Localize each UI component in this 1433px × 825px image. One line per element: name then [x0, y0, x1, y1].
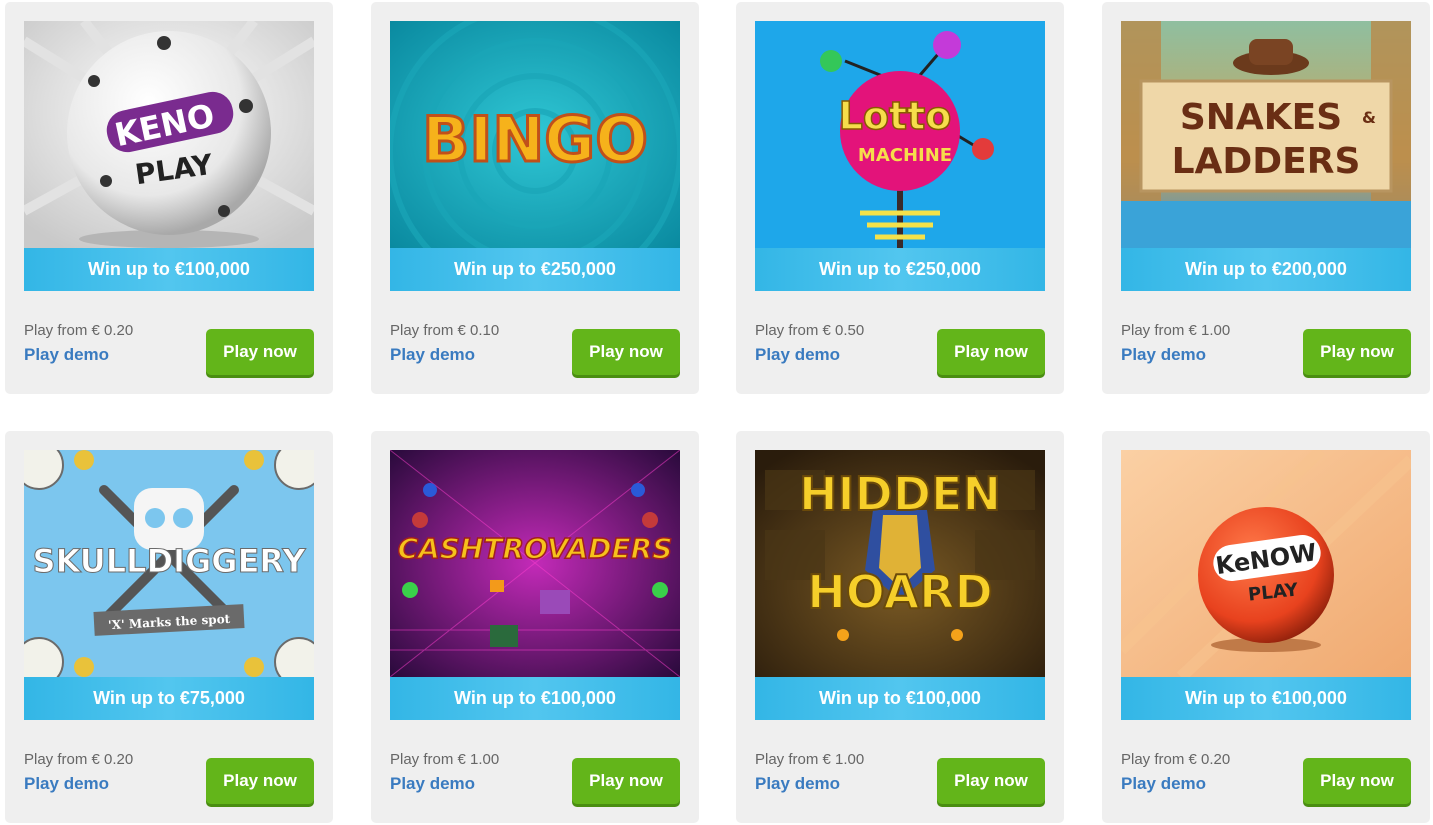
lotto-machine-art[interactable]: Lotto MACHINE	[755, 21, 1045, 248]
min-stake: Play from € 0.50	[755, 322, 865, 339]
skull-icon: SKULLDIGGERY 'X' Marks the spot	[24, 450, 314, 677]
win-banner: Win up to €100,000	[1121, 677, 1411, 720]
game-card-bingo: BINGO Win up to €250,000 Play from € 0.1…	[371, 2, 699, 394]
play-demo-link[interactable]: Play demo	[755, 345, 840, 365]
bingo-art[interactable]: BINGO	[390, 21, 680, 248]
svg-text:BINGO: BINGO	[422, 103, 648, 176]
game-card-lotto-machine: Lotto MACHINE Win up to €250,000 Play fr…	[736, 2, 1064, 394]
play-now-button[interactable]: Play now	[1303, 758, 1411, 804]
win-banner: Win up to €100,000	[24, 248, 314, 291]
play-now-button[interactable]: Play now	[206, 758, 314, 804]
min-stake: Play from € 0.20	[24, 322, 134, 339]
svg-text:&: &	[1362, 108, 1376, 127]
min-stake: Play from € 0.20	[1121, 751, 1231, 768]
win-banner: Win up to €250,000	[755, 248, 1045, 291]
win-banner: Win up to €75,000	[24, 677, 314, 720]
play-now-button[interactable]: Play now	[572, 329, 680, 375]
bingo-marquee-icon: BINGO	[390, 21, 680, 248]
win-banner: Win up to €100,000	[390, 677, 680, 720]
game-card-kenow-play: KeNOW PLAY Win up to €100,000 Play from …	[1102, 431, 1430, 823]
min-stake: Play from € 0.10	[390, 322, 500, 339]
skulldiggery-art[interactable]: SKULLDIGGERY 'X' Marks the spot	[24, 450, 314, 677]
play-now-button[interactable]: Play now	[937, 329, 1045, 375]
snakes-ladders-art[interactable]: SNAKES & LADDERS	[1121, 21, 1411, 248]
play-demo-link[interactable]: Play demo	[755, 774, 840, 794]
game-card-hidden-hoard: HIDDEN HOARD Win up to €100,000 Play fro…	[736, 431, 1064, 823]
play-demo-link[interactable]: Play demo	[390, 345, 475, 365]
svg-text:CASHTROVADERS: CASHTROVADERS	[398, 532, 673, 565]
play-demo-link[interactable]: Play demo	[1121, 774, 1206, 794]
hidden-hoard-art[interactable]: HIDDEN HOARD	[755, 450, 1045, 677]
min-stake: Play from € 1.00	[390, 751, 500, 768]
play-now-button[interactable]: Play now	[206, 329, 314, 375]
svg-text:SNAKES: SNAKES	[1180, 97, 1342, 138]
kenow-play-art[interactable]: KeNOW PLAY	[1121, 450, 1411, 677]
game-card-cashtrovaders: CASHTROVADERS Win up to €100,000 Play fr…	[371, 431, 699, 823]
game-card-snakes-ladders: SNAKES & LADDERS Win up to €200,000 Play…	[1102, 2, 1430, 394]
svg-text:HOARD: HOARD	[807, 565, 993, 619]
play-demo-link[interactable]: Play demo	[390, 774, 475, 794]
explorer-hat-icon: SNAKES & LADDERS	[1121, 21, 1411, 248]
play-now-button[interactable]: Play now	[937, 758, 1045, 804]
play-demo-link[interactable]: Play demo	[1121, 345, 1206, 365]
game-card-skulldiggery: SKULLDIGGERY 'X' Marks the spot Win up t…	[5, 431, 333, 823]
lotto-sign-icon: Lotto MACHINE	[755, 21, 1045, 248]
pharaoh-mask-icon: HIDDEN HOARD	[755, 450, 1045, 677]
win-banner: Win up to €200,000	[1121, 248, 1411, 291]
play-now-button[interactable]: Play now	[572, 758, 680, 804]
svg-text:HIDDEN: HIDDEN	[799, 467, 1001, 521]
space-invader-icon: CASHTROVADERS	[390, 450, 680, 677]
min-stake: Play from € 0.20	[24, 751, 134, 768]
win-banner: Win up to €100,000	[755, 677, 1045, 720]
play-now-button[interactable]: Play now	[1303, 329, 1411, 375]
keno-play-art[interactable]: KENO PLAY	[24, 21, 314, 248]
svg-text:LADDERS: LADDERS	[1172, 141, 1361, 182]
play-demo-link[interactable]: Play demo	[24, 774, 109, 794]
win-banner: Win up to €250,000	[390, 248, 680, 291]
cashtrovaders-art[interactable]: CASHTROVADERS	[390, 450, 680, 677]
keno-ball-icon: KENO PLAY	[24, 21, 314, 248]
game-card-keno-play: KENO PLAY Win up to €100,000 Play from €…	[5, 2, 333, 394]
svg-text:MACHINE: MACHINE	[858, 145, 952, 166]
min-stake: Play from € 1.00	[1121, 322, 1231, 339]
svg-text:SKULLDIGGERY: SKULLDIGGERY	[33, 542, 307, 580]
kenow-ball-icon: KeNOW PLAY	[1121, 450, 1411, 677]
min-stake: Play from € 1.00	[755, 751, 865, 768]
play-demo-link[interactable]: Play demo	[24, 345, 109, 365]
svg-text:Lotto: Lotto	[839, 94, 952, 138]
